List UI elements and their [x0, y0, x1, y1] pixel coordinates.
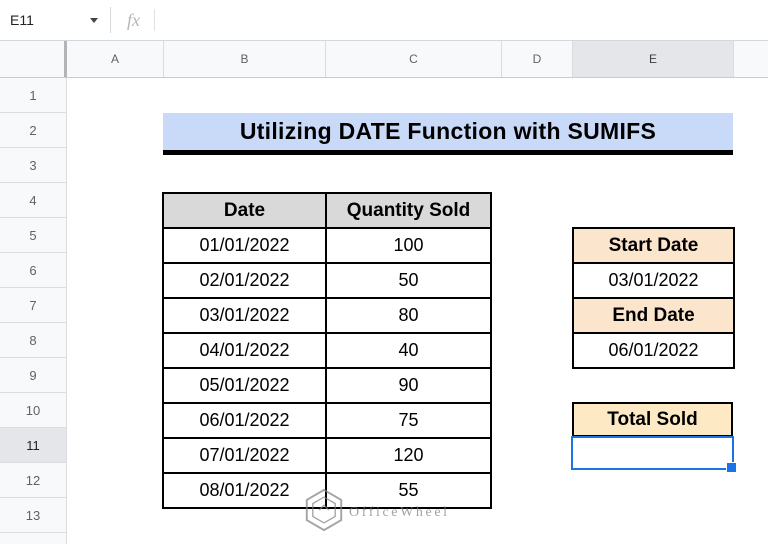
row-header-3[interactable]: 3	[0, 148, 66, 183]
row-header-9[interactable]: 9	[0, 358, 66, 393]
row-header-1[interactable]: 1	[0, 78, 66, 113]
date-cell[interactable]: 07/01/2022	[162, 437, 327, 474]
row-header-4[interactable]: 4	[0, 183, 66, 218]
date-header-cell[interactable]: Date	[162, 192, 327, 229]
date-cell[interactable]: 05/01/2022	[162, 367, 327, 404]
quantity-cell[interactable]: 100	[325, 227, 492, 264]
sales-table: Date Quantity Sold 01/01/2022 100 02/01/…	[162, 192, 492, 509]
start-date-value-cell[interactable]: 03/01/2022	[572, 262, 735, 299]
column-header-e-selected[interactable]: E	[572, 41, 733, 77]
row-header-8[interactable]: 8	[0, 323, 66, 358]
date-cell[interactable]: 01/01/2022	[162, 227, 327, 264]
date-cell[interactable]: 04/01/2022	[162, 332, 327, 369]
quantity-header-cell[interactable]: Quantity Sold	[325, 192, 492, 229]
row-header-2[interactable]: 2	[0, 113, 66, 148]
end-date-label-cell[interactable]: End Date	[572, 297, 735, 334]
row-header-5[interactable]: 5	[0, 218, 66, 253]
table-row: 04/01/2022 40	[162, 332, 492, 369]
column-header-d[interactable]: D	[501, 41, 572, 77]
column-header-a[interactable]: A	[67, 41, 163, 77]
name-box-dropdown-icon[interactable]	[90, 17, 98, 23]
officewheel-watermark: OfficeWheel	[302, 487, 450, 538]
column-header-b[interactable]: B	[163, 41, 325, 77]
row-header-12[interactable]: 12	[0, 463, 66, 498]
name-box-value: E11	[10, 12, 34, 28]
end-date-value-cell[interactable]: 06/01/2022	[572, 332, 735, 369]
quantity-cell[interactable]: 90	[325, 367, 492, 404]
table-row: 03/01/2022 80	[162, 297, 492, 334]
table-row: 07/01/2022 120	[162, 437, 492, 474]
row-header-6[interactable]: 6	[0, 253, 66, 288]
divider	[110, 7, 111, 33]
hexagon-logo-icon	[302, 487, 346, 538]
quantity-cell[interactable]: 75	[325, 402, 492, 439]
row-header-14-partial[interactable]	[0, 533, 66, 544]
row-header-strip: 1 2 3 4 5 6 7 8 9 10 11 12 13	[0, 78, 67, 544]
formula-input[interactable]	[155, 0, 768, 40]
fill-handle[interactable]	[726, 462, 737, 473]
row-header-11-selected[interactable]: 11	[0, 428, 66, 463]
quantity-cell[interactable]: 40	[325, 332, 492, 369]
quantity-cell[interactable]: 50	[325, 262, 492, 299]
table-row: 02/01/2022 50	[162, 262, 492, 299]
column-header-strip: A B C D E	[0, 41, 768, 78]
start-date-label-cell[interactable]: Start Date	[572, 227, 735, 264]
fx-icon: fx	[127, 9, 140, 30]
title-cell[interactable]: Utilizing DATE Function with SUMIFS	[163, 113, 733, 155]
row-header-7[interactable]: 7	[0, 288, 66, 323]
select-all-corner[interactable]	[0, 41, 67, 77]
column-header-f-partial[interactable]	[733, 41, 768, 77]
sheet-canvas: Utilizing DATE Function with SUMIFS Date…	[67, 78, 768, 544]
date-cell[interactable]: 03/01/2022	[162, 297, 327, 334]
watermark-text: OfficeWheel	[349, 504, 450, 520]
table-row: 05/01/2022 90	[162, 367, 492, 404]
criteria-block: Start Date 03/01/2022 End Date 06/01/202…	[572, 227, 735, 369]
row-header-13[interactable]: 13	[0, 498, 66, 533]
quantity-cell[interactable]: 120	[325, 437, 492, 474]
table-row: 01/01/2022 100	[162, 227, 492, 264]
quantity-cell[interactable]: 80	[325, 297, 492, 334]
table-header-row: Date Quantity Sold	[162, 192, 492, 229]
name-box[interactable]: E11	[0, 0, 110, 40]
spreadsheet-app: E11 fx A B C D E 1 2 3 4 5 6 7 8 9 10 11…	[0, 0, 768, 544]
table-row: 06/01/2022 75	[162, 402, 492, 439]
date-cell[interactable]: 02/01/2022	[162, 262, 327, 299]
column-header-c[interactable]: C	[325, 41, 501, 77]
date-cell[interactable]: 06/01/2022	[162, 402, 327, 439]
formula-bar: E11 fx	[0, 0, 768, 41]
total-sold-label-cell[interactable]: Total Sold	[572, 402, 733, 437]
row-header-10[interactable]: 10	[0, 393, 66, 428]
selected-cell-e11[interactable]	[571, 436, 737, 473]
